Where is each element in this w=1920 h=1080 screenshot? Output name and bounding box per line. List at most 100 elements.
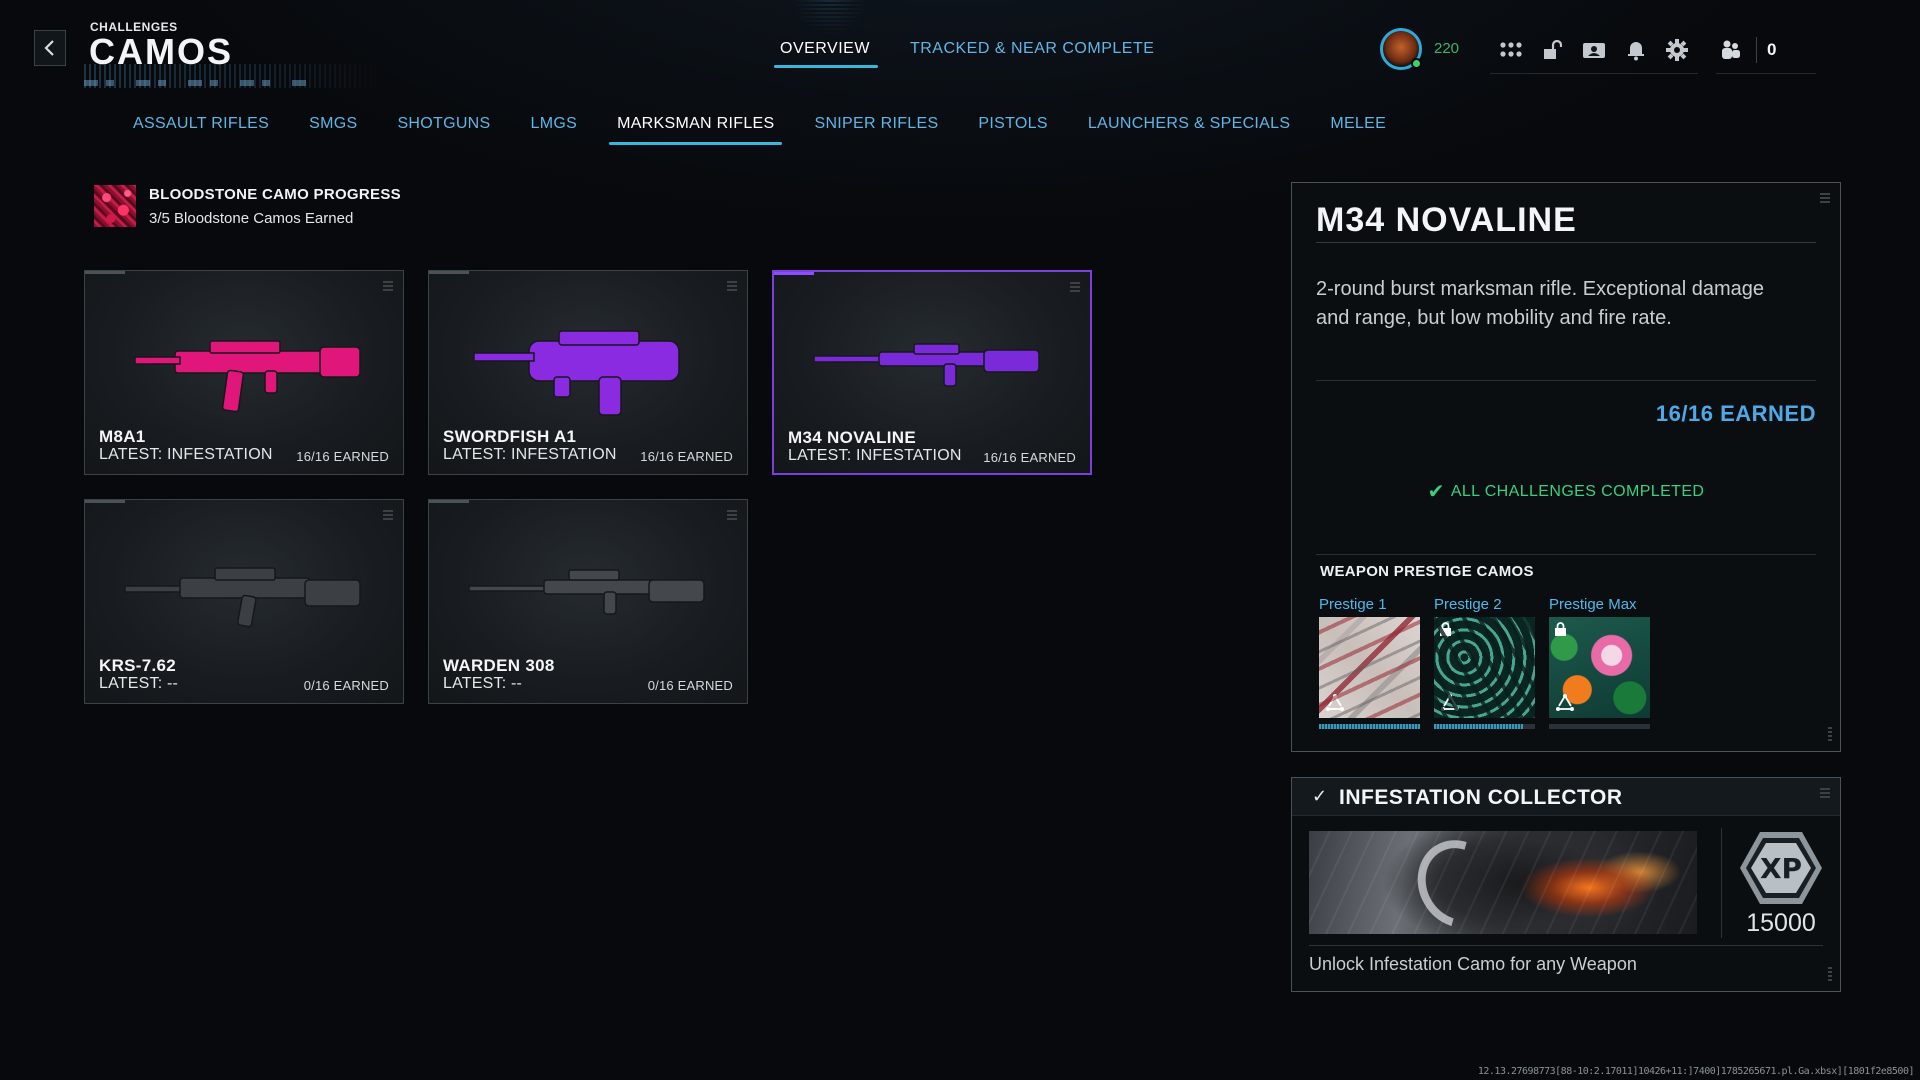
checkmark-icon: ✔ <box>1427 481 1445 503</box>
lock-icon <box>1555 622 1566 636</box>
tab-sniper-rifles[interactable]: SNIPER RIFLES <box>794 115 958 145</box>
tab-shotguns[interactable]: SHOTGUNS <box>377 115 510 145</box>
xp-icon-label: XP <box>1760 852 1802 885</box>
bloodstone-camo-thumbnail <box>94 185 136 227</box>
bell-icon[interactable] <box>1622 36 1650 64</box>
weapon-category-tabs: ASSAULT RIFLES SMGS SHOTGUNS LMGS MARKSM… <box>133 115 1406 145</box>
weapon-image-m8a1 <box>134 340 361 413</box>
reward-description: Unlock Infestation Camo for any Weapon <box>1309 954 1637 974</box>
prestige-cycle-icon <box>1556 694 1574 711</box>
prestige-camo-swatch <box>1549 617 1650 718</box>
divider <box>1721 828 1722 938</box>
card-accent <box>85 271 125 274</box>
prestige-camo-swatch <box>1434 617 1535 718</box>
tab-smgs[interactable]: SMGS <box>289 115 377 145</box>
unlock-icon[interactable] <box>1538 36 1566 64</box>
weapon-name: WARDEN 308 <box>443 656 555 675</box>
chevron-left-icon <box>44 40 54 56</box>
weapon-card-krs-762[interactable]: KRS-7.62 LATEST: -- 0/16 EARNED <box>84 499 404 704</box>
prestige-camo-swatch <box>1319 617 1420 718</box>
weapon-earned-count: 16/16 EARNED <box>983 450 1076 465</box>
prestige-label: Prestige 1 <box>1319 596 1387 613</box>
back-button[interactable] <box>34 30 66 66</box>
apps-grid-icon[interactable] <box>1497 36 1525 64</box>
weapon-image-warden-308 <box>468 569 705 615</box>
panel-corner-mark <box>1820 193 1830 203</box>
divider <box>1316 554 1816 555</box>
tab-marksman-rifles[interactable]: MARKSMAN RIFLES <box>597 115 794 145</box>
detail-weapon-name: M34 NOVALINE <box>1316 201 1577 239</box>
tab-glow <box>795 0 865 34</box>
weapon-image-m34-novaline <box>813 343 1040 387</box>
detail-earned-count: 16/16 EARNED <box>1655 401 1816 426</box>
panel-scroll-indicator <box>1828 725 1832 741</box>
card-corner-mark <box>1070 282 1080 292</box>
prestige-label: Prestige 2 <box>1434 596 1502 613</box>
weapon-earned-count: 0/16 EARNED <box>303 678 389 693</box>
prestige-camo-1[interactable]: Prestige 1 <box>1319 596 1420 729</box>
divider <box>1309 945 1823 946</box>
player-level: 220 <box>1434 40 1460 57</box>
tab-assault-rifles[interactable]: ASSAULT RIFLES <box>133 115 289 145</box>
hud: 220 0 <box>1380 26 1920 76</box>
card-accent <box>85 500 125 503</box>
top-tabs: OVERVIEW TRACKED & NEAR COMPLETE <box>774 40 1154 68</box>
divider <box>1316 380 1816 381</box>
card-corner-mark <box>383 281 393 291</box>
weapon-earned-count: 0/16 EARNED <box>647 678 733 693</box>
online-status-dot <box>1411 58 1422 69</box>
weapon-image-swordfish-a1 <box>473 330 680 416</box>
weapon-card-m34-novaline[interactable]: M34 NOVALINE LATEST: INFESTATION 16/16 E… <box>772 270 1092 475</box>
prestige-label: Prestige Max <box>1549 596 1637 613</box>
weapon-card-warden-308[interactable]: WARDEN 308 LATEST: -- 0/16 EARNED <box>428 499 748 704</box>
card-corner-mark <box>727 281 737 291</box>
checkmark-icon: ✓ <box>1312 786 1328 806</box>
reward-panel: ✓ INFESTATION COLLECTOR XP 15000 Unlock … <box>1291 777 1841 992</box>
tab-overview[interactable]: OVERVIEW <box>774 40 878 68</box>
player-level-badge[interactable] <box>1380 28 1422 70</box>
art-texture <box>1309 831 1697 934</box>
weapon-card-m8a1[interactable]: M8A1 LATEST: INFESTATION 16/16 EARNED <box>84 270 404 475</box>
build-version-string: 12.13.27698773[88-10:2.17011]10426+11:]7… <box>1477 1066 1915 1077</box>
party-icon[interactable] <box>1716 36 1746 64</box>
tab-lmgs[interactable]: LMGS <box>511 115 598 145</box>
title-decoration-bars <box>84 80 314 86</box>
detail-weapon-description: 2-round burst marksman rifle. Exceptiona… <box>1316 278 1764 329</box>
xp-icon: XP <box>1740 832 1822 904</box>
infestation-reward-image <box>1309 831 1697 934</box>
prestige-cycle-icon <box>1326 694 1344 711</box>
weapon-latest-camo: LATEST: -- <box>443 675 523 692</box>
weapon-latest-camo: LATEST: INFESTATION <box>443 446 617 463</box>
hud-separator <box>1756 36 1757 63</box>
weapon-name: M34 NOVALINE <box>788 428 916 447</box>
weapon-earned-count: 16/16 EARNED <box>640 449 733 464</box>
prestige-progress-bar <box>1434 724 1535 729</box>
prestige-progress-bar <box>1549 724 1650 729</box>
panel-scroll-indicator <box>1828 965 1832 981</box>
tab-launchers-specials[interactable]: LAUNCHERS & SPECIALS <box>1068 115 1311 145</box>
weapon-latest-camo: LATEST: -- <box>99 675 179 692</box>
weapon-name: SWORDFISH A1 <box>443 427 577 446</box>
weapon-image-krs-762 <box>124 567 361 628</box>
prestige-camo-max[interactable]: Prestige Max <box>1549 596 1650 729</box>
reward-header: ✓ INFESTATION COLLECTOR <box>1292 778 1840 816</box>
prestige-camos-title: WEAPON PRESTIGE CAMOS <box>1320 563 1534 580</box>
weapon-name: M8A1 <box>99 427 146 446</box>
party-area: 0 <box>1716 26 1816 74</box>
card-accent <box>429 500 469 503</box>
id-card-icon[interactable] <box>1580 36 1608 64</box>
tab-melee[interactable]: MELEE <box>1310 115 1406 145</box>
xp-reward-value: 15000 <box>1746 909 1816 937</box>
prestige-camo-list: Prestige 1 Prestige 2 Prestige Max <box>1319 596 1650 729</box>
card-corner-mark <box>383 510 393 520</box>
tab-pistols[interactable]: PISTOLS <box>958 115 1067 145</box>
prestige-progress-bar <box>1319 724 1420 729</box>
weapon-name: KRS-7.62 <box>99 656 177 675</box>
weapon-detail-panel: M34 NOVALINE 2-round burst marksman rifl… <box>1291 182 1841 752</box>
tab-tracked-near-complete[interactable]: TRACKED & NEAR COMPLETE <box>910 40 1154 68</box>
weapon-card-swordfish-a1[interactable]: SWORDFISH A1 LATEST: INFESTATION 16/16 E… <box>428 270 748 475</box>
gear-icon[interactable] <box>1663 36 1691 64</box>
prestige-camo-2[interactable]: Prestige 2 <box>1434 596 1535 729</box>
divider <box>1316 242 1816 243</box>
party-count: 0 <box>1767 39 1777 59</box>
